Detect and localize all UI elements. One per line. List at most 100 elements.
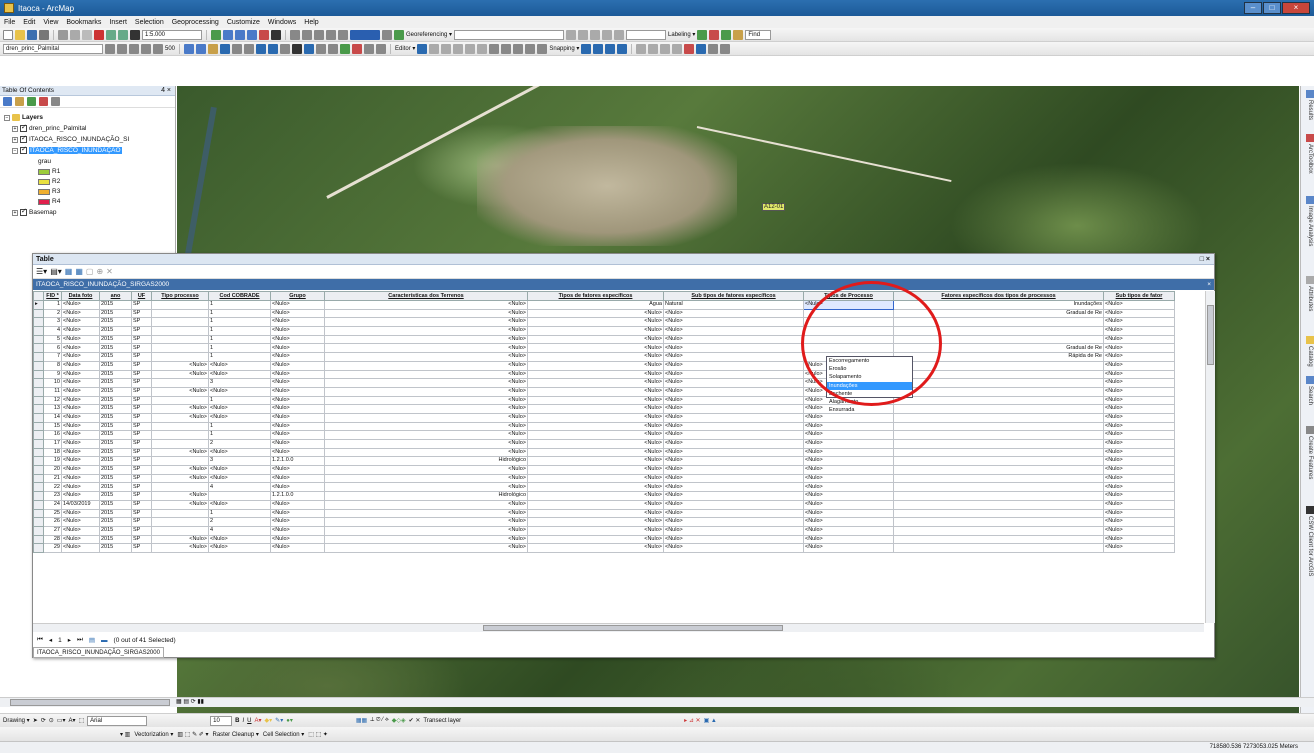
row-selector[interactable] bbox=[33, 517, 44, 527]
table-cell[interactable]: 2015 bbox=[99, 378, 132, 388]
georef-tool-icon[interactable] bbox=[326, 29, 336, 40]
table-cell[interactable]: 28 bbox=[43, 534, 62, 545]
table-row[interactable]: 9 <Nulo> 2015 SP <Nulo> <Nulo> <Nulo> <Nulo> <Nu… bbox=[33, 369, 1175, 380]
table-row[interactable]: 22 <Nulo> 2015 SP 4 <Nulo> <Nulo> <Nulo> <Nulo> <… bbox=[33, 482, 1175, 493]
table-cell[interactable] bbox=[893, 465, 1104, 475]
table-cell[interactable]: <Nulo> bbox=[527, 473, 664, 484]
georef-tool-icon[interactable] bbox=[614, 29, 625, 40]
table-cell[interactable]: <Nulo> bbox=[61, 352, 100, 362]
map-horizontal-scrollbar[interactable]: ▦ ▤ ⟳ ▮▮ bbox=[0, 697, 1314, 707]
table-cell[interactable]: 1.2.1.0.0 bbox=[270, 491, 325, 501]
table-cell[interactable]: <Nulo> bbox=[803, 525, 894, 536]
table-cell[interactable]: <Nulo> bbox=[61, 386, 100, 397]
table-cell[interactable]: <Nulo> bbox=[803, 534, 894, 545]
row-selector[interactable] bbox=[33, 534, 44, 545]
table-cell[interactable]: Água bbox=[527, 300, 664, 310]
table-cell[interactable]: Hidrológico bbox=[324, 456, 528, 467]
table-cell[interactable] bbox=[893, 386, 1104, 397]
zoom-to-selected-icon[interactable]: ⊕ bbox=[96, 267, 103, 276]
table-cell[interactable]: <Nulo> bbox=[61, 473, 100, 484]
row-selector[interactable] bbox=[33, 525, 44, 536]
table-row[interactable]: 2 <Nulo> 2015 SP 1 <Nulo> <Nulo> <Nulo> <Nulo> Gr… bbox=[33, 308, 1175, 319]
table-cell[interactable]: <Nulo> bbox=[151, 491, 209, 501]
table-cell[interactable]: 14 bbox=[43, 412, 62, 423]
table-cell[interactable]: <Nulo> bbox=[61, 395, 100, 406]
table-cell[interactable]: <Nulo> bbox=[324, 412, 528, 423]
table-cell[interactable]: <Nulo> bbox=[151, 447, 209, 458]
table-cell[interactable]: SP bbox=[131, 456, 152, 467]
table-cell[interactable]: 2015 bbox=[99, 525, 132, 536]
fixed-zoom-in-icon[interactable] bbox=[232, 43, 243, 54]
table-cell[interactable]: <Nulo> bbox=[61, 525, 100, 536]
table-row[interactable]: 12 <Nulo> 2015 SP 1 <Nulo> <Nulo> <Nulo> <Nulo> <… bbox=[33, 395, 1175, 406]
table-cell[interactable]: <Nulo> bbox=[61, 343, 100, 354]
dock-tab-create-features[interactable]: Create Features bbox=[1302, 426, 1314, 479]
table-cell[interactable]: <Nulo> bbox=[1103, 473, 1175, 484]
table-cell[interactable]: <Nulo> bbox=[527, 378, 664, 388]
raster-cleanup-menu[interactable]: Raster Cleanup ▾ bbox=[212, 731, 258, 738]
sketch-tool-icon[interactable] bbox=[684, 43, 695, 54]
table-cell[interactable]: 2015 bbox=[99, 456, 132, 467]
table-cell[interactable]: 25 bbox=[43, 508, 62, 519]
table-cell[interactable]: <Nulo> bbox=[208, 386, 271, 397]
table-cell[interactable]: <Nulo> bbox=[663, 447, 804, 458]
layer-visibility-checkbox[interactable] bbox=[20, 134, 27, 143]
table-cell[interactable]: <Nulo> bbox=[1103, 300, 1175, 310]
table-cell[interactable]: <Nulo> bbox=[61, 378, 100, 388]
sketch-tool-icon[interactable] bbox=[636, 43, 647, 54]
table-cell[interactable]: 8 bbox=[43, 360, 62, 371]
table-cell[interactable]: 17 bbox=[43, 439, 62, 449]
table-cell[interactable]: SP bbox=[131, 499, 152, 510]
edit-tool-icon[interactable] bbox=[489, 43, 500, 54]
network-tool-icon[interactable]: ▦▦ bbox=[356, 717, 367, 724]
table-cell[interactable]: <Nulo> bbox=[324, 465, 528, 475]
table-cell[interactable]: <Nulo> bbox=[527, 543, 664, 553]
table-cell[interactable]: SP bbox=[131, 508, 152, 519]
vectorization-menu[interactable]: Vectorization ▾ bbox=[134, 731, 173, 738]
expand-icon[interactable]: + bbox=[12, 125, 18, 132]
table-cell[interactable]: <Nulo> bbox=[324, 473, 528, 484]
table-cell[interactable] bbox=[893, 473, 1104, 484]
table-cell[interactable]: <Nulo> bbox=[663, 326, 804, 336]
table-cell[interactable] bbox=[151, 456, 209, 467]
table-cell[interactable]: <Nulo> bbox=[663, 352, 804, 362]
table-cell[interactable]: <Nulo> bbox=[208, 412, 271, 423]
table-cell[interactable]: 15 bbox=[43, 421, 62, 432]
table-bottom-tab[interactable]: ITAOCA_RISCO_INUNDAÇÃO_SIRGAS2000 bbox=[33, 647, 164, 658]
show-all-records-icon[interactable]: ▤ bbox=[89, 636, 95, 644]
table-row[interactable]: 10 <Nulo> 2015 SP 3 <Nulo> <Nulo> <Nulo> <Nulo> <… bbox=[33, 378, 1175, 388]
column-header[interactable]: Data foto bbox=[61, 291, 100, 301]
table-cell[interactable]: 2015 bbox=[99, 482, 132, 493]
table-cell[interactable]: <Nulo> bbox=[270, 369, 325, 380]
table-cell[interactable]: <Nulo> bbox=[663, 386, 804, 397]
target-layer-combo[interactable]: dren_princ_Palmital bbox=[3, 43, 103, 54]
table-cell[interactable]: <Nulo> bbox=[324, 404, 528, 414]
table-cell[interactable]: 1 bbox=[208, 430, 271, 440]
table-cell[interactable] bbox=[893, 534, 1104, 545]
table-cell[interactable]: <Nulo> bbox=[270, 439, 325, 449]
table-cell[interactable]: <Nulo> bbox=[61, 326, 100, 336]
table-row[interactable]: 3 <Nulo> 2015 SP 1 <Nulo> <Nulo> <Nulo> <Nulo> <N… bbox=[33, 317, 1175, 328]
table-cell[interactable]: <Nulo> bbox=[527, 534, 664, 545]
table-cell[interactable]: <Nulo> bbox=[803, 543, 894, 553]
table-cell[interactable]: <Nulo> bbox=[151, 404, 209, 414]
row-selector[interactable] bbox=[33, 395, 44, 406]
table-cell[interactable]: <Nulo> bbox=[270, 421, 325, 432]
table-cell[interactable]: <Nulo> bbox=[663, 360, 804, 371]
table-cell[interactable] bbox=[151, 508, 209, 519]
measure-icon[interactable] bbox=[316, 43, 327, 54]
dropdown-option[interactable]: Alagamento bbox=[827, 398, 912, 406]
table-cell[interactable]: 26 bbox=[43, 517, 62, 527]
column-header[interactable]: Tipos de Processo bbox=[803, 291, 894, 301]
menu-help[interactable]: Help bbox=[304, 19, 318, 26]
table-cell[interactable]: <Nulo> bbox=[803, 447, 894, 458]
collapse-icon[interactable]: − bbox=[12, 147, 18, 154]
table-cell[interactable] bbox=[151, 300, 209, 310]
table-cell[interactable]: Gradual de Re bbox=[893, 343, 1104, 354]
table-cell[interactable]: <Nulo> bbox=[61, 447, 100, 458]
expand-icon[interactable]: + bbox=[12, 209, 18, 216]
table-row[interactable]: 24 14/03/2019 2015 SP <Nulo> <Nulo> <Nulo> <Nul… bbox=[33, 499, 1175, 510]
table-row[interactable]: 16 <Nulo> 2015 SP 1 <Nulo> <Nulo> <Nulo> <Nulo> <… bbox=[33, 430, 1175, 440]
table-row[interactable]: 26 <Nulo> 2015 SP 2 <Nulo> <Nulo> <Nulo> <Nulo> <… bbox=[33, 517, 1175, 527]
dock-tab-image-analysis[interactable]: Image Analysis bbox=[1302, 196, 1314, 246]
